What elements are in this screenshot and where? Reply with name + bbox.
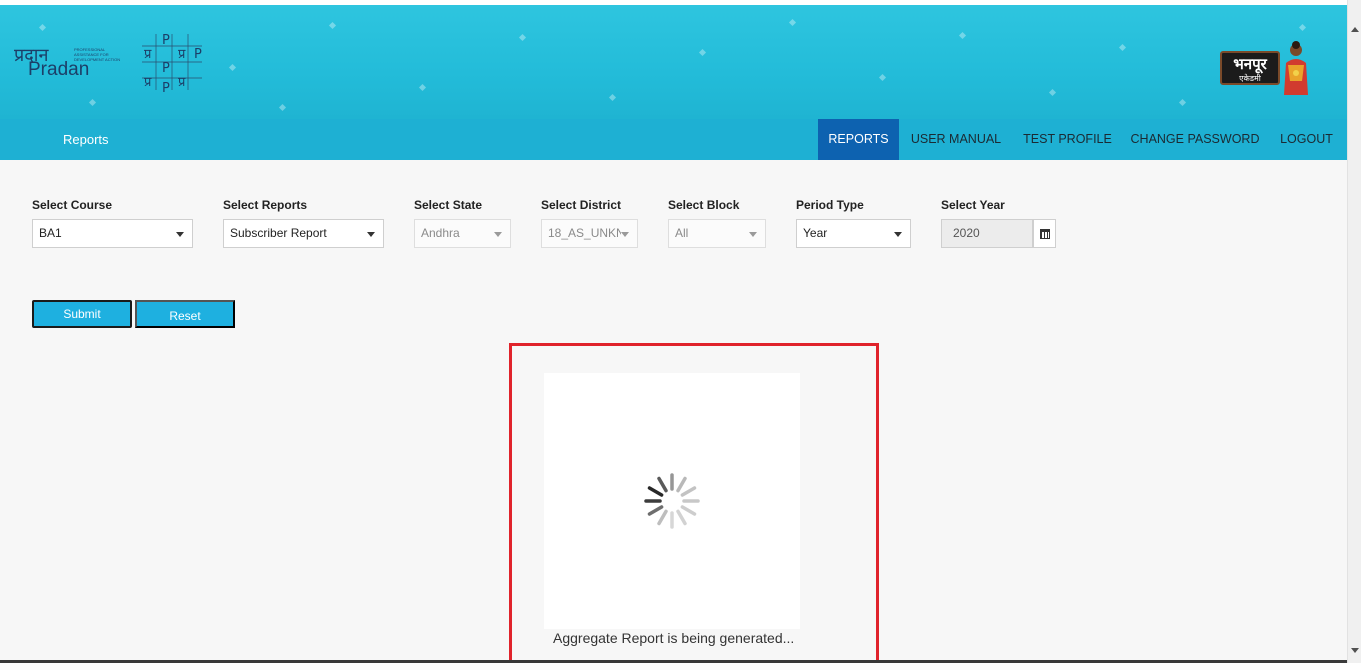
nav-change-password[interactable]: CHANGE PASSWORD	[1127, 119, 1263, 160]
header-banner: प्रदान Pradan PROFESSIONAL ASSISTANCE FO…	[0, 5, 1347, 119]
nav-user-manual[interactable]: USER MANUAL	[903, 119, 1009, 160]
svg-text:प्र: प्र	[144, 75, 152, 90]
spinner-spoke	[657, 476, 668, 493]
block-select[interactable]: All	[668, 219, 766, 248]
pradan-logo-tagline: PROFESSIONAL ASSISTANCE FOR DEVELOPMENT …	[74, 47, 121, 62]
loading-message: Aggregate Report is being generated...	[553, 630, 795, 646]
top-navbar: Reports REPORTS USER MANUAL TEST PROFILE…	[0, 119, 1347, 160]
district-select-value: 18_AS_UNKNOWN	[548, 226, 621, 240]
chevron-down-icon	[494, 232, 502, 237]
state-label: Select State	[414, 198, 483, 212]
spinner-spoke	[676, 476, 687, 493]
svg-text:P: P	[162, 81, 170, 94]
spinner-spoke	[680, 486, 697, 497]
svg-text:P: P	[162, 61, 170, 76]
district-select[interactable]: 18_AS_UNKNOWN	[541, 219, 638, 248]
calendar-button[interactable]	[1033, 219, 1056, 248]
block-label: Select Block	[668, 198, 740, 212]
spinner-spoke	[680, 505, 697, 516]
chevron-down-icon	[894, 232, 902, 237]
scroll-up-icon[interactable]	[1351, 27, 1359, 32]
svg-text:P: P	[194, 47, 202, 62]
year-input[interactable]: 2020	[941, 219, 1033, 248]
spinner-spoke	[647, 505, 664, 516]
block-select-value: All	[675, 226, 689, 240]
loading-card	[544, 373, 800, 629]
spinner-spoke	[676, 509, 687, 526]
vertical-scrollbar[interactable]	[1347, 0, 1361, 663]
chevron-down-icon	[176, 232, 184, 237]
course-select-value: BA1	[39, 226, 62, 240]
scroll-down-icon[interactable]	[1351, 648, 1359, 653]
pradan-grid-logo: P प्र प्र P P प्र प्र P	[136, 30, 208, 96]
period-type-label: Period Type	[796, 198, 864, 212]
submit-button[interactable]: Submit	[32, 300, 132, 328]
nav-reports[interactable]: REPORTS	[818, 119, 899, 160]
spinner-spoke	[657, 509, 668, 526]
svg-text:P: P	[162, 33, 170, 48]
period-type-value: Year	[803, 226, 828, 240]
reset-button[interactable]: Reset	[135, 300, 235, 328]
reports-select-value: Subscriber Report	[230, 226, 327, 240]
pradan-logo: प्रदान Pradan PROFESSIONAL ASSISTANCE FO…	[14, 43, 134, 83]
svg-text:प्र: प्र	[178, 47, 186, 62]
spinner-spoke	[647, 486, 664, 497]
page-title: Reports	[63, 132, 109, 147]
reports-select[interactable]: Subscriber Report	[223, 219, 384, 248]
bhanpur-academy-logo: भनपूर एकेडमी	[1216, 39, 1312, 97]
nav-test-profile[interactable]: TEST PROFILE	[1017, 119, 1118, 160]
district-label: Select District	[541, 198, 622, 212]
pradan-logo-text: Pradan	[28, 59, 90, 80]
reports-label: Select Reports	[223, 198, 308, 212]
academy-plate: भनपूर एकेडमी	[1220, 51, 1280, 85]
academy-subtitle: एकेडमी	[1239, 74, 1261, 83]
svg-text:प्र: प्र	[144, 47, 152, 62]
chevron-down-icon	[367, 232, 375, 237]
state-select-value: Andhra	[421, 226, 460, 240]
svg-text:प्र: प्र	[178, 75, 186, 90]
calendar-icon	[1040, 229, 1050, 239]
year-label: Select Year	[941, 198, 1005, 212]
course-select[interactable]: BA1	[32, 219, 193, 248]
course-label: Select Course	[32, 198, 113, 212]
chevron-down-icon	[749, 232, 757, 237]
nav-logout[interactable]: LOGOUT	[1271, 119, 1342, 160]
state-select[interactable]: Andhra	[414, 219, 511, 248]
loading-spinner-icon	[644, 473, 700, 529]
woman-figure-icon	[1284, 41, 1308, 95]
period-type-select[interactable]: Year	[796, 219, 911, 248]
academy-title: भनपूर	[1233, 55, 1267, 73]
chevron-down-icon	[621, 232, 629, 237]
